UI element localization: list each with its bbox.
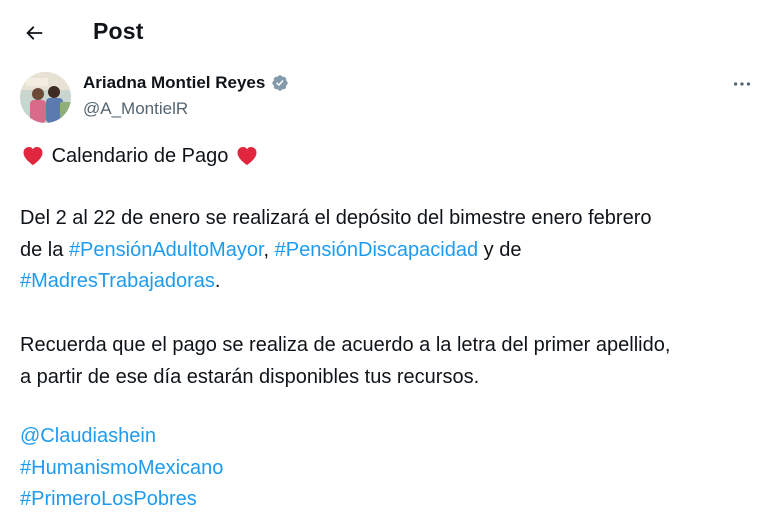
back-button[interactable] <box>18 17 50 49</box>
post-text-fragment: , <box>263 238 275 261</box>
author-handle[interactable]: @A_MontielR <box>83 99 188 119</box>
author-display-name[interactable]: Ariadna Montiel Reyes <box>83 73 265 93</box>
mention-link[interactable]: @Claudiashein <box>20 425 156 447</box>
red-heart-icon <box>237 147 257 165</box>
post-text-fragment: y de <box>478 238 522 261</box>
post-text-fragment: de la <box>20 238 69 261</box>
hashtag-link[interactable]: #PensiónDiscapacidad <box>275 239 478 261</box>
verified-badge-icon[interactable] <box>271 74 289 92</box>
post-paragraph-2: Recuerda que el pago se realiza de acuer… <box>20 330 750 393</box>
post-text-line: Recuerda que el pago se realiza de acuer… <box>20 334 671 356</box>
post-text-fragment: . <box>214 270 221 292</box>
more-options-button[interactable] <box>728 72 756 96</box>
arrow-left-icon <box>26 26 43 40</box>
post-paragraph-1: Del 2 al 22 de enero se realizará el dep… <box>20 203 750 298</box>
post-links: @Claudiashein #HumanismoMexicano #Primer… <box>20 421 750 516</box>
author-name-row: Ariadna Montiel Reyes <box>83 73 289 93</box>
red-heart-icon <box>23 147 43 165</box>
post-text-line: a partir de ese día estarán disponibles … <box>20 365 480 388</box>
hashtag-link[interactable]: #HumanismoMexicano <box>20 457 223 479</box>
hashtag-link[interactable]: #PensiónAdultoMayor <box>69 239 264 261</box>
more-dots-icon <box>733 82 751 86</box>
post-header: Post <box>0 0 768 64</box>
post-title-line: Calendario de Pago <box>20 141 750 173</box>
hashtag-link[interactable]: #PrimeroLosPobres <box>20 488 197 510</box>
page-title: Post <box>93 18 144 44</box>
post-calendar-title: Calendario de Pago <box>51 145 229 167</box>
hashtag-link[interactable]: #MadresTrabajadoras <box>20 270 215 292</box>
avatar[interactable] <box>20 72 71 123</box>
post-text-line: Del 2 al 22 de enero se realizará el dep… <box>20 207 652 229</box>
